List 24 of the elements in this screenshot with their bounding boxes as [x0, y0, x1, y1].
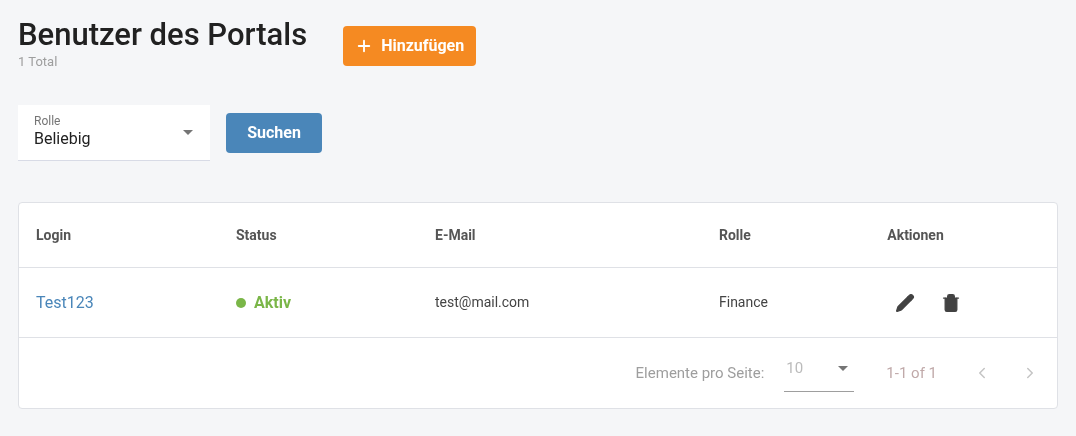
select-value: Beliebig	[34, 128, 91, 150]
status-text: Aktiv	[254, 291, 292, 314]
column-header: Login	[36, 225, 73, 245]
caret-icon	[183, 130, 193, 135]
column-header: E-Mail	[435, 225, 477, 245]
page-size-select[interactable]: 10	[784, 354, 855, 392]
select-label: Rolle	[34, 114, 62, 128]
column-header: Status	[236, 225, 278, 245]
email-cell-text: test@mail.com	[435, 293, 531, 312]
edit-icon[interactable]	[895, 292, 915, 313]
delete-icon[interactable]	[941, 292, 961, 313]
page-title: Benutzer des Portals	[18, 16, 308, 54]
page-size-label: Elemente pro Seite:	[635, 362, 765, 384]
column-header: Aktionen	[886, 225, 945, 245]
caret-icon	[838, 366, 849, 371]
page-size-value: 10	[786, 358, 804, 380]
login-link[interactable]: Test123	[36, 290, 94, 315]
page-range: 1-1 of 1	[886, 362, 937, 384]
total-count: 1 Total	[18, 54, 59, 70]
role-select[interactable]: Rolle Beliebig	[18, 105, 210, 161]
role-cell-text: Finance	[719, 293, 769, 312]
column-header: Rolle	[719, 225, 752, 245]
search-button[interactable]: Suchen	[226, 113, 322, 153]
add-button[interactable]: Hinzufügen	[343, 26, 477, 66]
